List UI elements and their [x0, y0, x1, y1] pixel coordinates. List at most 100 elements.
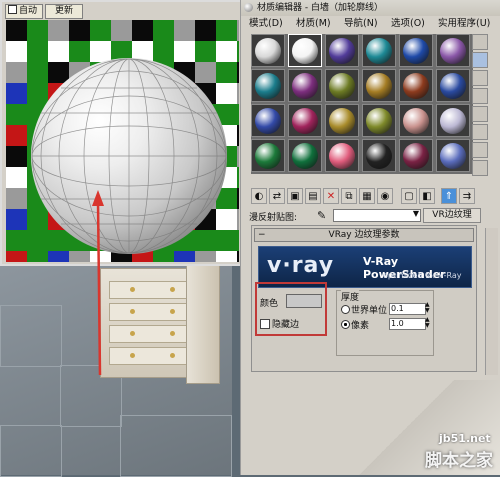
backlight-button[interactable] — [472, 52, 488, 68]
material-preview-ball — [366, 143, 392, 169]
material-name-field[interactable]: ▼ — [333, 209, 421, 222]
material-slot[interactable] — [325, 34, 359, 67]
checker-cell — [27, 20, 48, 41]
sample-type-button[interactable] — [472, 34, 488, 50]
update-button[interactable]: 更新 — [45, 4, 83, 19]
checker-cell — [237, 209, 239, 230]
material-slot[interactable] — [251, 69, 285, 102]
material-slot[interactable] — [436, 69, 470, 102]
material-slot[interactable] — [399, 69, 433, 102]
auto-label: 自动 — [19, 6, 38, 16]
material-preview-ball — [440, 143, 466, 169]
world-units-input[interactable]: 0.1 — [389, 303, 426, 315]
material-slot[interactable] — [436, 104, 470, 137]
material-preview-ball — [329, 73, 355, 99]
material-preview-ball — [292, 38, 318, 64]
material-slot[interactable] — [288, 139, 322, 172]
rollout-header[interactable]: − VRay 边纹理参数 — [254, 228, 474, 242]
put-to-scene-icon[interactable]: ⇄ — [269, 188, 285, 204]
material-preview-window[interactable]: 自动 更新 — [0, 0, 244, 266]
wireframe-lines — [31, 58, 227, 254]
menu-options[interactable]: 选项(O) — [391, 16, 425, 32]
material-slot[interactable] — [399, 34, 433, 67]
save-material-icon[interactable]: ▤ — [305, 188, 321, 204]
material-slot[interactable] — [325, 104, 359, 137]
uv-tiling-button[interactable] — [472, 88, 488, 104]
checker-cell — [6, 251, 27, 262]
map-row: 漫反射贴图: ✎ ▼ VR边纹理 — [241, 207, 500, 223]
watermark-name: 脚本之家 — [425, 451, 493, 471]
material-slot[interactable] — [362, 139, 396, 172]
assign-to-selection-icon[interactable]: ▣ — [287, 188, 303, 204]
material-preview-ball — [255, 38, 281, 64]
checker-cell — [237, 125, 239, 146]
show-end-result-icon[interactable]: ◧ — [419, 188, 435, 204]
checker-cell — [237, 104, 239, 125]
checker-cell — [237, 167, 239, 188]
put-to-library-icon[interactable]: ▦ — [359, 188, 375, 204]
eyedropper-icon[interactable]: ✎ — [317, 209, 326, 222]
material-editor[interactable]: 材质编辑器 - 白墙（加轮廓线） 模式(D) 材质(M) 导航(N) 选项(O)… — [240, 0, 500, 475]
checker-cell — [69, 20, 90, 41]
map-type-button[interactable]: VR边纹理 — [423, 208, 481, 223]
rollout-scrollbar[interactable] — [485, 228, 498, 375]
pixels-input[interactable]: 1.0 — [389, 318, 426, 330]
menu-navigation[interactable]: 导航(N) — [344, 16, 378, 32]
material-slot[interactable] — [251, 104, 285, 137]
material-slot[interactable] — [399, 139, 433, 172]
menu-mode[interactable]: 模式(D) — [249, 16, 283, 32]
material-slot[interactable] — [288, 104, 322, 137]
material-slot[interactable] — [251, 34, 285, 67]
material-preview-ball — [255, 108, 281, 134]
background-button[interactable] — [472, 70, 488, 86]
material-slot[interactable] — [288, 69, 322, 102]
select-by-material-button[interactable] — [472, 160, 488, 176]
checker-cell — [237, 230, 239, 251]
material-preview-ball — [366, 38, 392, 64]
options-button[interactable] — [472, 142, 488, 158]
world-units-spinner-icon[interactable]: ▲ ▼ — [425, 302, 430, 314]
menu-bar: 模式(D) 材质(M) 导航(N) 选项(O) 实用程序(U) — [241, 16, 500, 32]
material-slot[interactable] — [436, 34, 470, 67]
material-slot[interactable] — [362, 34, 396, 67]
material-preview-ball — [292, 108, 318, 134]
world-units-radio[interactable] — [341, 305, 350, 314]
material-preview-ball — [329, 143, 355, 169]
auto-checkbox[interactable]: 自动 — [5, 4, 43, 19]
get-material-icon[interactable]: ◐ — [251, 188, 267, 204]
annotation-highlight-box — [255, 282, 327, 336]
pixels-label: 像素 — [351, 321, 370, 331]
material-slot[interactable] — [325, 69, 359, 102]
go-to-parent-icon[interactable]: ⇑ — [441, 188, 457, 204]
diffuse-map-label: 漫反射贴图: — [249, 213, 298, 223]
make-preview-button[interactable] — [472, 124, 488, 140]
show-map-icon[interactable]: ▢ — [401, 188, 417, 204]
checker-cell — [237, 251, 239, 262]
pixels-radio[interactable] — [341, 320, 350, 329]
material-preview-ball — [329, 108, 355, 134]
material-slot[interactable] — [362, 69, 396, 102]
material-slot[interactable] — [325, 139, 359, 172]
checker-cell — [6, 20, 27, 41]
make-unique-icon[interactable]: ⧉ — [341, 188, 357, 204]
editor-titlebar[interactable]: 材质编辑器 - 白墙（加轮廓线） — [241, 0, 500, 16]
checker-cell — [195, 20, 216, 41]
pixels-spinner-icon[interactable]: ▲ ▼ — [425, 317, 430, 329]
material-slot[interactable] — [251, 139, 285, 172]
material-slot[interactable] — [288, 34, 322, 67]
reset-icon[interactable]: ✕ — [323, 188, 339, 204]
material-slot[interactable] — [362, 104, 396, 137]
go-forward-sibling-icon[interactable]: ⇉ — [459, 188, 475, 204]
material-id-icon[interactable]: ◉ — [377, 188, 393, 204]
menu-utilities[interactable]: 实用程序(U) — [438, 16, 490, 32]
video-check-button[interactable] — [472, 106, 488, 122]
menu-material[interactable]: 材质(M) — [296, 16, 331, 32]
material-preview-ball — [292, 73, 318, 99]
thickness-group: 厚度 世界单位 0.1 ▲ ▼ 像素 1.0 ▲ ▼ — [336, 290, 434, 356]
checker-cell — [6, 209, 27, 230]
vray-logo: v·ray — [267, 253, 335, 278]
checker-cell — [6, 104, 27, 125]
checker-cell — [237, 146, 239, 167]
material-slot[interactable] — [436, 139, 470, 172]
material-slot[interactable] — [399, 104, 433, 137]
